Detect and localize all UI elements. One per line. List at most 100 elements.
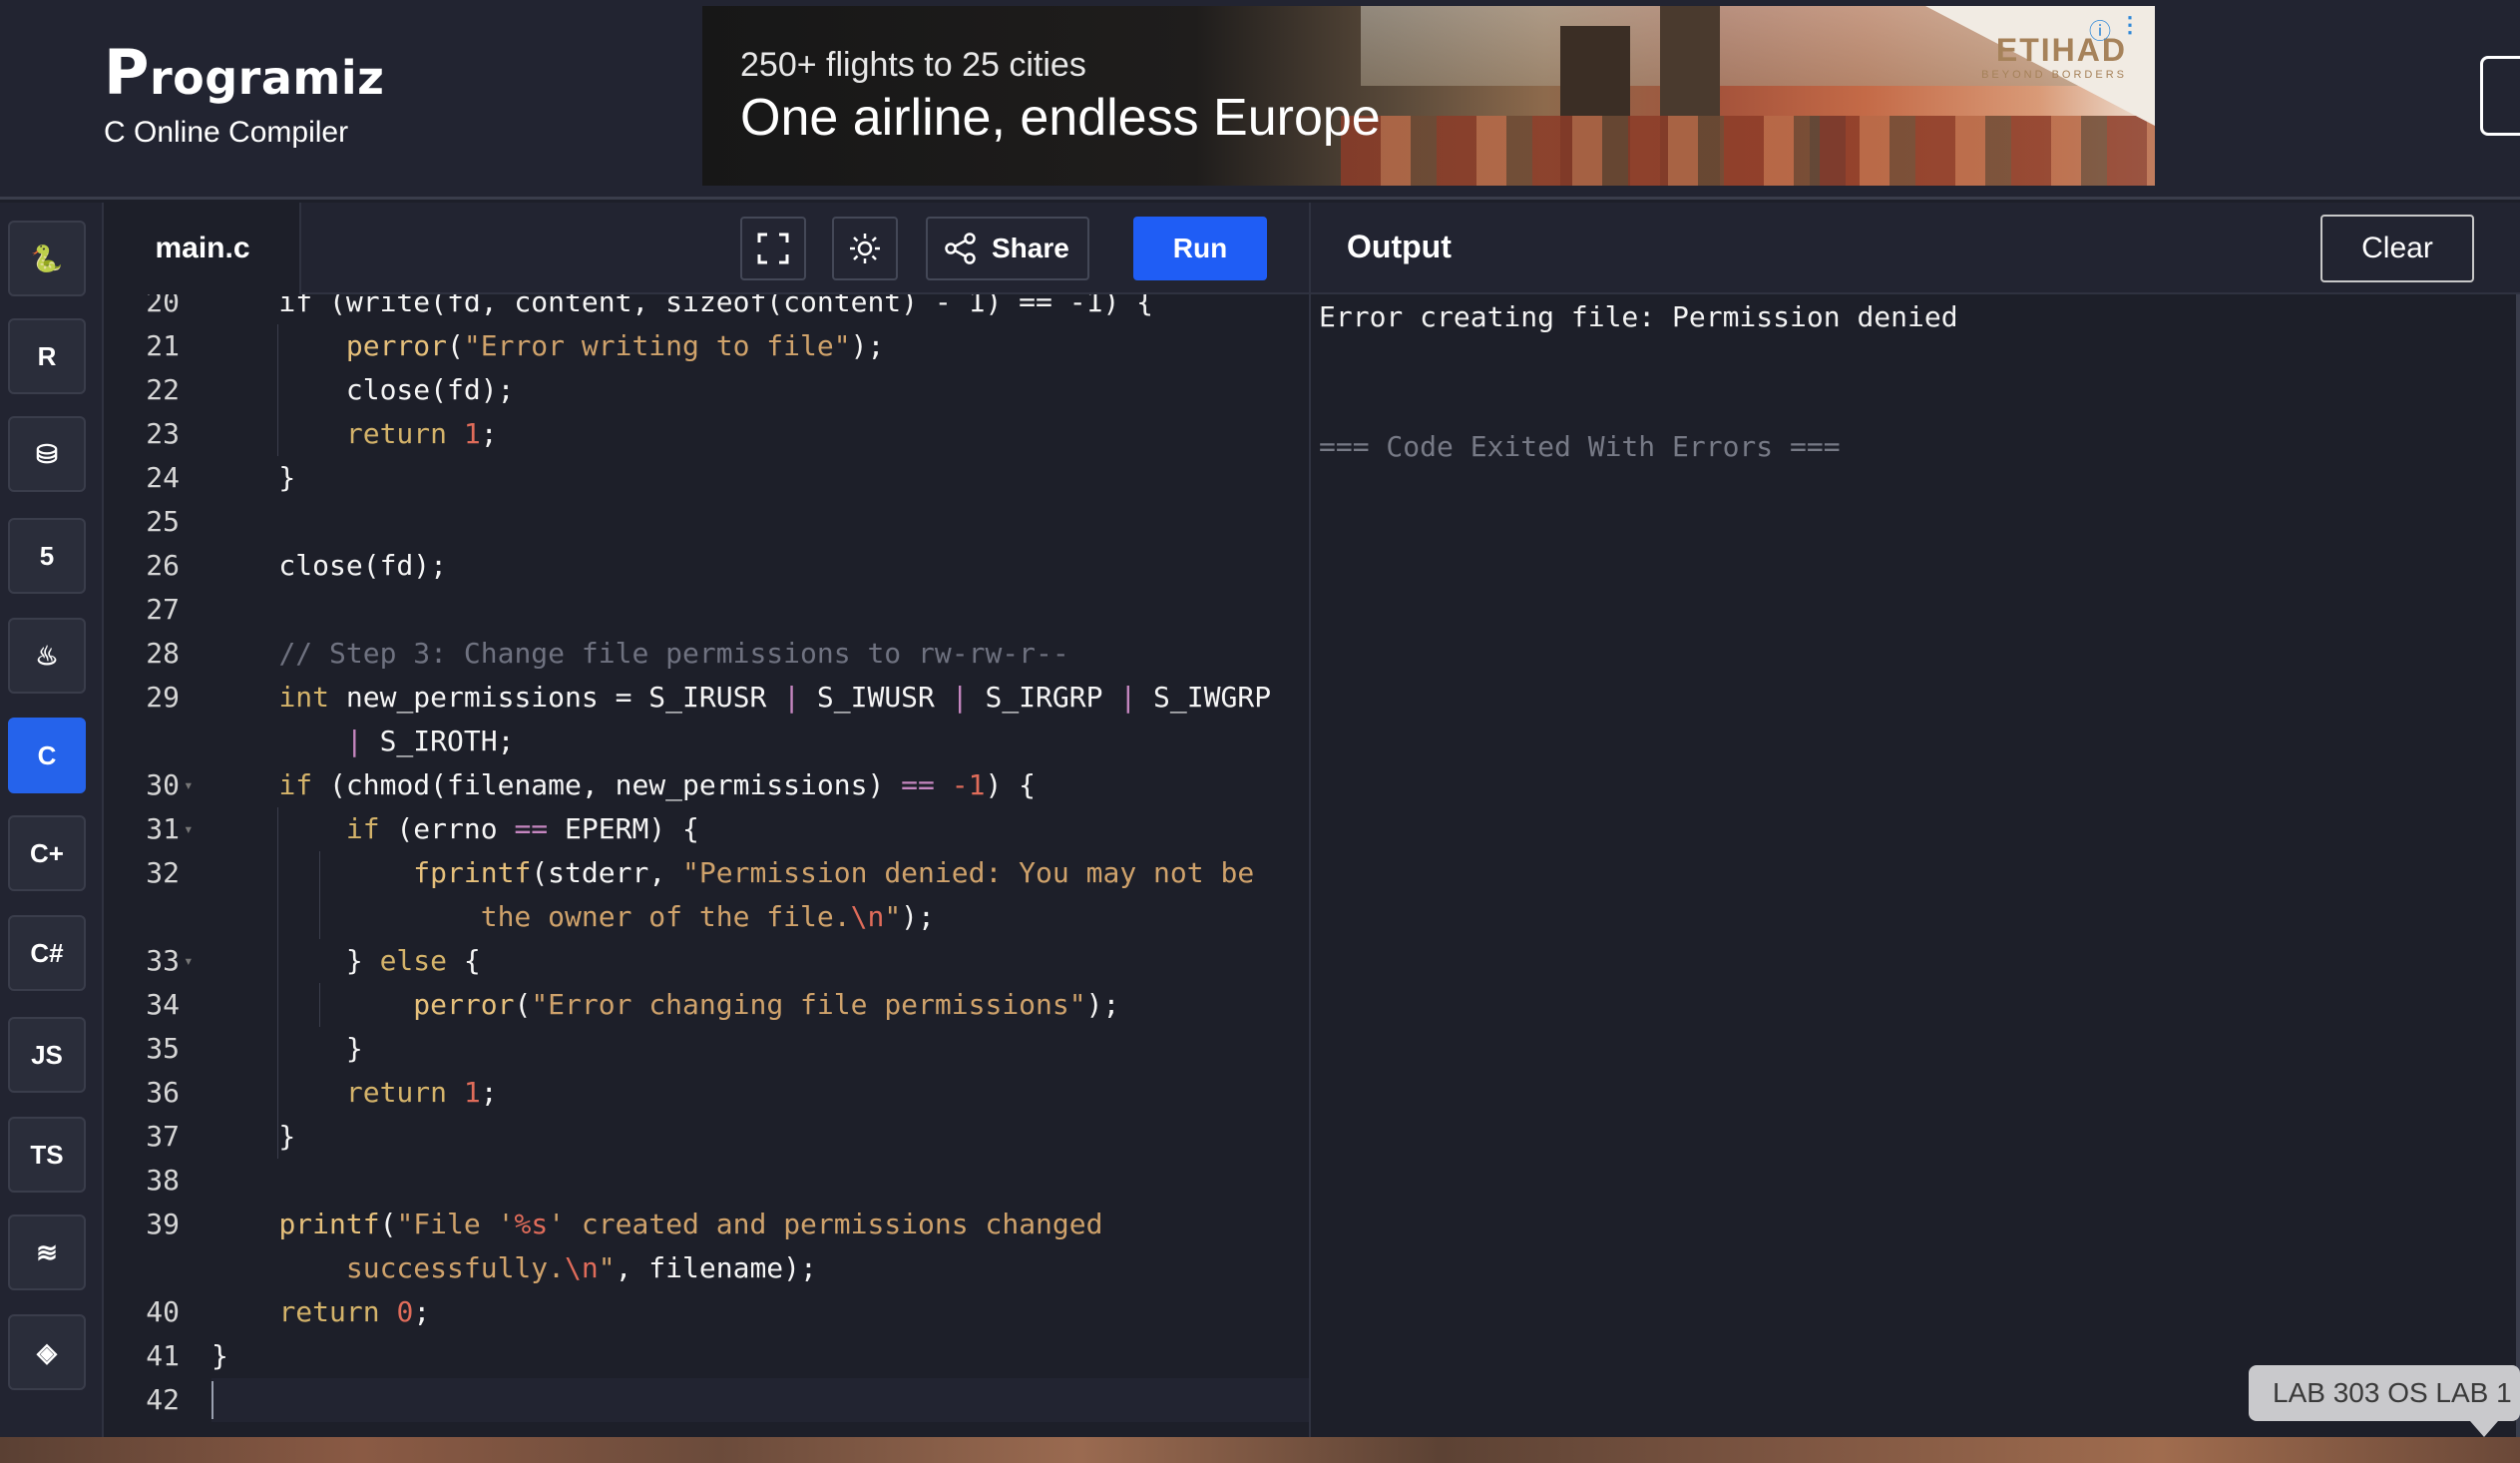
code-line[interactable]: 26 close(fd);: [106, 544, 1309, 588]
ad-rooftops: [1341, 116, 2155, 186]
code-line[interactable]: 39 printf("File '%s' created and permiss…: [106, 1203, 1309, 1246]
code-line[interactable]: 30 ▾ if (chmod(filename, new_permissions)…: [106, 763, 1309, 807]
code-token: }: [211, 1120, 296, 1153]
desktop-wallpaper-strip: [0, 1437, 2520, 1463]
code-text: close(fd);: [211, 544, 447, 588]
sidebar-lang-java[interactable]: ♨: [8, 618, 86, 694]
share-button[interactable]: Share: [926, 217, 1089, 280]
code-token: S_IWUSR: [800, 681, 952, 714]
sidebar-lang-ts[interactable]: TS: [8, 1117, 86, 1193]
ad-headline-large: One airline, endless Europe: [740, 89, 1381, 147]
fold-arrow-icon[interactable]: ▾: [184, 763, 194, 807]
sidebar-lang-sql[interactable]: ⛁: [8, 416, 86, 492]
indent-guide: [319, 983, 320, 1027]
code-token: return: [345, 417, 448, 450]
clear-button[interactable]: Clear: [2320, 215, 2474, 282]
code-line[interactable]: successfully.\n", filename);: [106, 1246, 1309, 1290]
share-label: Share: [992, 233, 1069, 263]
code-token: "Permission denied: You may not be: [682, 856, 1255, 889]
code-text: }: [211, 456, 295, 500]
sidebar-lang-swift[interactable]: ≋: [8, 1215, 86, 1290]
code-line[interactable]: 36 return 1;: [106, 1071, 1309, 1115]
code-token: ;: [413, 1295, 431, 1328]
code-line[interactable]: 35 }: [106, 1027, 1309, 1071]
code-line[interactable]: 34 perror("Error changing file permissio…: [106, 983, 1309, 1027]
code-line[interactable]: 33 ▾ } else {: [106, 939, 1309, 983]
run-button[interactable]: Run: [1133, 217, 1267, 280]
r-icon: R: [37, 340, 57, 371]
code-line[interactable]: 25: [106, 500, 1309, 544]
sidebar-lang-html5[interactable]: 5: [8, 518, 86, 594]
c-icon: C: [37, 739, 57, 770]
code-text: if (errno == EPERM) {: [211, 807, 699, 851]
code-line[interactable]: 38: [106, 1159, 1309, 1203]
line-number: 38: [146, 1164, 180, 1197]
code-line[interactable]: 27: [106, 588, 1309, 632]
code-line[interactable]: 21 perror("Error writing to file");: [106, 324, 1309, 368]
line-number: 30: [146, 768, 180, 801]
fold-arrow-icon[interactable]: ▾: [184, 807, 194, 851]
code-line[interactable]: 24 }: [106, 456, 1309, 500]
code-token: |: [345, 725, 363, 757]
sidebar-lang-c[interactable]: C: [8, 718, 86, 793]
advertisement-banner[interactable]: 250+ flights to 25 cities One airline, e…: [702, 6, 2155, 186]
sidebar-lang-csharp[interactable]: C#: [8, 915, 86, 991]
code-editor[interactable]: 20 if (write(fd, content, sizeof(content…: [106, 294, 1309, 1437]
ad-brand-tagline: BEYOND BORDERS: [1981, 69, 2127, 81]
code-line[interactable]: 40 return 0;: [106, 1290, 1309, 1334]
code-line[interactable]: | S_IROTH;: [106, 720, 1309, 763]
code-line[interactable]: 20 if (write(fd, content, sizeof(content…: [106, 294, 1309, 324]
code-token: , filename);: [615, 1251, 817, 1284]
line-number: 40: [146, 1295, 180, 1328]
code-line[interactable]: 23 return 1;: [106, 412, 1309, 456]
code-line[interactable]: 29 int new_permissions = S_IRUSR | S_IWU…: [106, 676, 1309, 720]
sidebar-lang-python[interactable]: 🐍: [8, 221, 86, 296]
code-line[interactable]: 32 fprintf(stderr, "Permission denied: Y…: [106, 851, 1309, 895]
python-icon: 🐍: [30, 243, 64, 273]
code-line[interactable]: the owner of the file.\n");: [106, 895, 1309, 939]
code-token: \n: [850, 900, 885, 933]
line-number: 33: [146, 944, 180, 977]
fold-arrow-icon[interactable]: ▾: [184, 939, 194, 983]
ad-info-icon[interactable]: ⓘ: [2089, 14, 2111, 46]
fullscreen-button[interactable]: [740, 217, 806, 280]
code-token: |: [951, 681, 969, 714]
header-menu-button[interactable]: [2480, 56, 2520, 136]
programiz-logo[interactable]: Programiz: [104, 36, 384, 109]
theme-toggle-button[interactable]: [832, 217, 898, 280]
code-line[interactable]: 41}: [106, 1334, 1309, 1378]
code-token: printf: [278, 1208, 380, 1240]
code-line[interactable]: 42: [106, 1378, 1309, 1422]
code-token: %s: [514, 1208, 549, 1240]
code-line[interactable]: 22 close(fd);: [106, 368, 1309, 412]
code-line[interactable]: 37 }: [106, 1115, 1309, 1159]
indent-guide: [277, 807, 278, 1159]
code-token: 1: [463, 1076, 481, 1109]
code-line[interactable]: 28 // Step 3: Change file permissions to…: [106, 632, 1309, 676]
line-number: 39: [146, 1208, 180, 1240]
code-token: }: [211, 461, 296, 494]
language-sidebar: 🐍 R ⛁ 5 ♨ C C+ C# JS TS ≋ ◈: [0, 203, 104, 1463]
sidebar-lang-cpp[interactable]: C+: [8, 815, 86, 891]
code-token: (: [514, 988, 532, 1021]
sidebar-lang-r[interactable]: R: [8, 318, 86, 394]
sidebar-lang-go[interactable]: ◈: [8, 1314, 86, 1390]
swift-icon: ≋: [36, 1236, 58, 1267]
code-text: return 0;: [211, 1290, 430, 1334]
output-scrollbar[interactable]: [2516, 294, 2520, 1437]
code-token: ==: [901, 768, 935, 801]
ad-more-icon[interactable]: ⋮: [2119, 12, 2141, 38]
page-subtitle: C Online Compiler: [104, 116, 349, 149]
line-number: 24: [146, 461, 180, 494]
file-tab-main-c[interactable]: main.c: [106, 203, 301, 294]
sidebar-lang-js[interactable]: JS: [8, 1017, 86, 1093]
code-line[interactable]: 31 ▾ if (errno == EPERM) {: [106, 807, 1309, 851]
